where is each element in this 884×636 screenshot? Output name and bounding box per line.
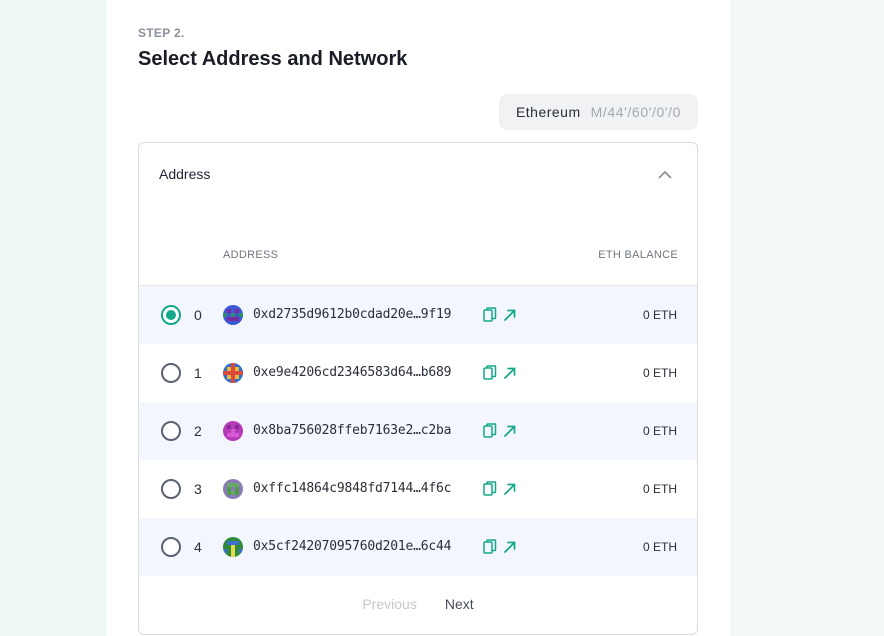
address-radio[interactable]	[161, 479, 181, 499]
address-text: 0x8ba756028ffeb7163e2…c2ba	[253, 423, 452, 438]
address-list: 0 0xd2735d9612b0cdad20e…9f19 0 ETH 1 0xe…	[139, 286, 697, 576]
external-link-icon[interactable]	[503, 424, 517, 438]
step-title: Select Address and Network	[138, 48, 408, 70]
eth-balance: 0 ETH	[642, 366, 677, 380]
table-row[interactable]: 3 0xffc14864c9848fd7144…4f6c 0 ETH	[139, 460, 697, 518]
table-row[interactable]: 4 0x5cf24207095760d201e…6c44 0 ETH	[139, 518, 697, 576]
chevron-up-icon[interactable]	[657, 166, 673, 182]
blockie-avatar	[223, 363, 243, 383]
external-link-icon[interactable]	[503, 366, 517, 380]
eth-balance: 0 ETH	[642, 482, 677, 496]
address-index: 3	[194, 481, 202, 497]
copy-icon[interactable]	[483, 481, 497, 497]
blockie-avatar	[223, 479, 243, 499]
address-card: Address ADDRESS ETH BALANCE 0 0xd2735d96…	[138, 142, 698, 635]
eth-balance: 0 ETH	[642, 540, 677, 554]
right-background	[730, 0, 884, 636]
address-radio[interactable]	[161, 363, 181, 383]
copy-icon[interactable]	[483, 539, 497, 555]
address-text: 0xe9e4206cd2346583d64…b689	[253, 365, 452, 380]
address-text: 0x5cf24207095760d201e…6c44	[253, 539, 452, 554]
table-row[interactable]: 2 0x8ba756028ffeb7163e2…c2ba 0 ETH	[139, 402, 697, 460]
blockie-avatar	[223, 537, 243, 557]
address-card-header[interactable]: Address	[139, 143, 697, 205]
address-index: 4	[194, 539, 202, 555]
table-row[interactable]: 0 0xd2735d9612b0cdad20e…9f19 0 ETH	[139, 286, 697, 344]
address-radio[interactable]	[161, 421, 181, 441]
address-radio[interactable]	[161, 305, 181, 325]
network-selector[interactable]: Ethereum M/44'/60'/0'/0	[498, 94, 698, 130]
table-header: ADDRESS ETH BALANCE	[139, 243, 697, 283]
address-index: 2	[194, 423, 202, 439]
eth-balance: 0 ETH	[642, 424, 677, 438]
external-link-icon[interactable]	[503, 308, 517, 322]
address-radio[interactable]	[161, 537, 181, 557]
blockie-avatar	[223, 305, 243, 325]
address-index: 1	[194, 365, 202, 381]
address-card-title: Address	[159, 166, 211, 182]
copy-icon[interactable]	[483, 307, 497, 323]
previous-button[interactable]: Previous	[362, 596, 416, 612]
step-panel: STEP 2. Select Address and Network Ether…	[106, 0, 730, 636]
copy-icon[interactable]	[483, 365, 497, 381]
address-text: 0xd2735d9612b0cdad20e…9f19	[253, 307, 452, 322]
address-index: 0	[194, 307, 202, 323]
pagination: Previous Next	[139, 586, 697, 622]
blockie-avatar	[223, 421, 243, 441]
step-label: STEP 2.	[138, 26, 185, 40]
table-row[interactable]: 1 0xe9e4206cd2346583d64…b689 0 ETH	[139, 344, 697, 402]
eth-balance: 0 ETH	[642, 308, 677, 322]
copy-icon[interactable]	[483, 423, 497, 439]
external-link-icon[interactable]	[503, 482, 517, 496]
network-name: Ethereum	[515, 104, 581, 120]
next-button[interactable]: Next	[445, 596, 474, 612]
derivation-path: M/44'/60'/0'/0	[590, 104, 681, 120]
column-header-address: ADDRESS	[223, 249, 279, 261]
column-header-eth-balance: ETH BALANCE	[598, 249, 678, 261]
address-text: 0xffc14864c9848fd7144…4f6c	[253, 481, 452, 496]
external-link-icon[interactable]	[503, 540, 517, 554]
